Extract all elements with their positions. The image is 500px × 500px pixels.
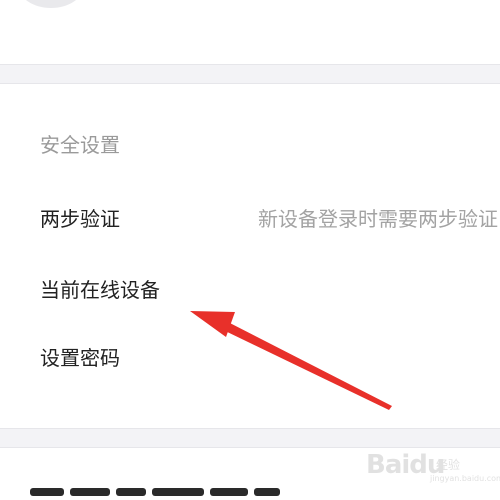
two-step-verification-label: 两步验证 [40,207,120,231]
set-password-item[interactable]: 设置密码 [0,334,500,382]
security-settings-heading: 安全设置 [40,133,120,157]
watermark-sub: 经验 [436,458,461,472]
settings-page: 安全设置 两步验证 新设备登录时需要两步验证 当前在线设备 设置密码 Baidu… [0,0,500,500]
two-step-verification-item[interactable]: 两步验证 新设备登录时需要两步验证 [0,195,500,243]
section-divider [0,64,500,84]
watermark-url: jingyan.baidu.com [430,474,500,483]
baidu-jingyan-watermark: Baidu 经验 jingyan.baidu.com [360,446,500,486]
cut-off-row-text [30,488,330,500]
set-password-label: 设置密码 [40,346,120,370]
two-step-verification-description: 新设备登录时需要两步验证 [258,207,498,231]
online-devices-item[interactable]: 当前在线设备 [0,266,500,314]
profile-section [0,0,500,64]
section-divider [0,428,500,448]
online-devices-label: 当前在线设备 [40,278,160,302]
avatar[interactable] [18,0,84,8]
